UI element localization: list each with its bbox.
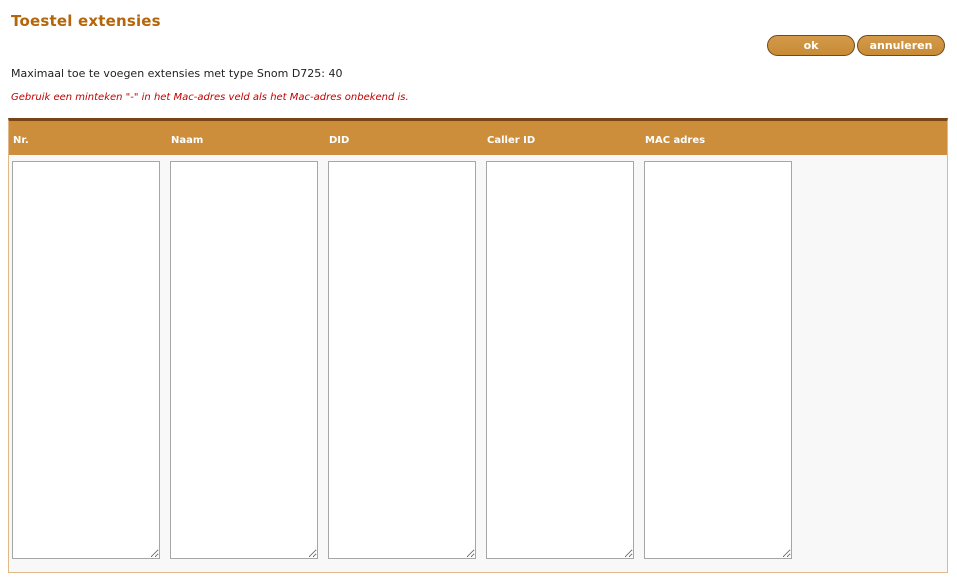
column-header-mac-adres: MAC adres	[645, 135, 706, 146]
nr-textarea[interactable]	[12, 161, 160, 559]
max-extensions-info: Maximaal toe te voegen extensies met typ…	[11, 67, 343, 80]
column-header-nr: Nr.	[13, 135, 29, 146]
column-header-caller-id: Caller ID	[487, 135, 536, 146]
naam-textarea[interactable]	[170, 161, 318, 559]
caller-id-textarea[interactable]	[486, 161, 634, 559]
extensions-table: Nr. Naam DID Caller ID MAC adres	[8, 118, 948, 573]
column-header-naam: Naam	[171, 135, 204, 146]
did-textarea[interactable]	[328, 161, 476, 559]
page-title: Toestel extensies	[11, 12, 161, 30]
cancel-button[interactable]: annuleren	[857, 35, 945, 56]
ok-button[interactable]: ok	[767, 35, 855, 56]
mac-address-hint: Gebruik een minteken "-" in het Mac-adre…	[11, 92, 409, 103]
column-header-did: DID	[329, 135, 350, 146]
table-header: Nr. Naam DID Caller ID MAC adres	[9, 121, 947, 155]
extensions-page: Toestel extensies ok annuleren Maximaal …	[0, 0, 957, 583]
mac-adres-textarea[interactable]	[644, 161, 792, 559]
